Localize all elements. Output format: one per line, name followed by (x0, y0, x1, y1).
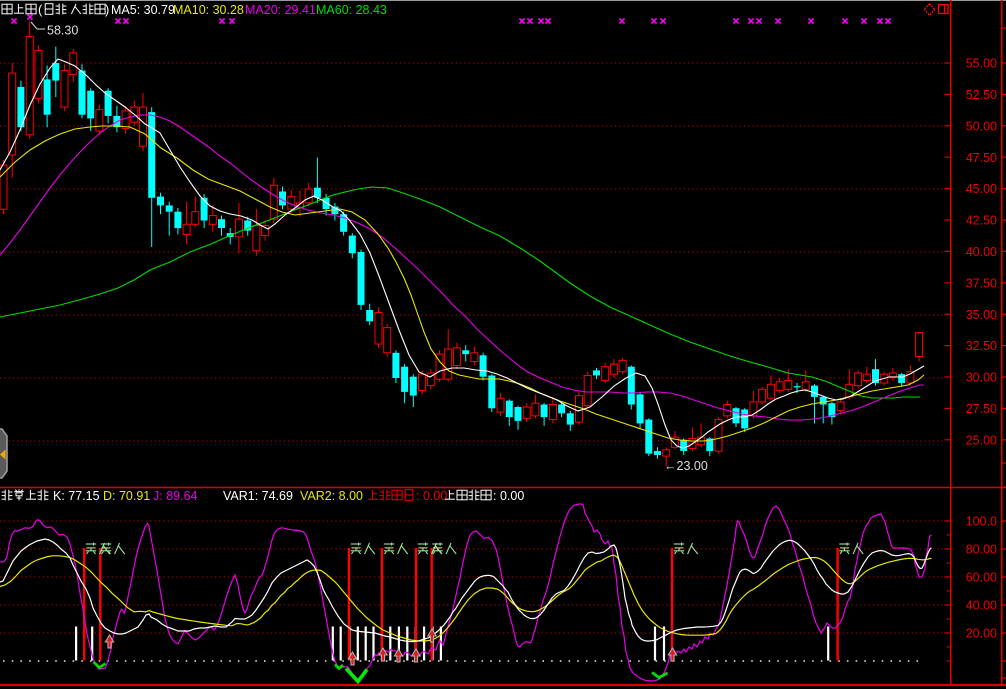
svg-text:37.50: 37.50 (966, 276, 997, 290)
svg-text:45.00: 45.00 (966, 182, 997, 196)
svg-text:47.50: 47.50 (966, 151, 997, 165)
svg-text:: 0.00: : 0.00 (416, 489, 447, 503)
svg-text:100.0: 100.0 (966, 515, 997, 529)
svg-text:35.00: 35.00 (966, 308, 997, 322)
svg-text:30.00: 30.00 (966, 371, 997, 385)
svg-text:VAR1: 74.69: VAR1: 74.69 (223, 489, 293, 503)
svg-text:MA10: 30.28: MA10: 30.28 (173, 3, 244, 17)
svg-text:40.00: 40.00 (966, 245, 997, 259)
svg-text:58.30: 58.30 (47, 24, 78, 38)
svg-text:50.00: 50.00 (966, 119, 997, 133)
svg-text:K: 77.15: K: 77.15 (53, 489, 100, 503)
svg-text:60.00: 60.00 (966, 571, 997, 585)
svg-text:80.00: 80.00 (966, 543, 997, 557)
svg-text:←23.00: ←23.00 (664, 459, 708, 473)
svg-text:42.50: 42.50 (966, 214, 997, 228)
svg-text:(: ( (38, 2, 43, 17)
svg-text:40.00: 40.00 (966, 599, 997, 613)
svg-text:32.50: 32.50 (966, 339, 997, 353)
svg-text:55.00: 55.00 (966, 57, 997, 71)
svg-text:VAR2: 8.00: VAR2: 8.00 (300, 489, 363, 503)
svg-text:52.50: 52.50 (966, 88, 997, 102)
svg-text:D: 70.91: D: 70.91 (103, 489, 150, 503)
svg-text:27.50: 27.50 (966, 402, 997, 416)
svg-text:J: 89.64: J: 89.64 (153, 489, 198, 503)
svg-text:20.00: 20.00 (966, 627, 997, 641)
svg-text:MA5: 30.79: MA5: 30.79 (111, 3, 175, 17)
svg-text:: 0.00: : 0.00 (493, 489, 524, 503)
svg-text:25.00: 25.00 (966, 433, 997, 447)
svg-text:): ) (105, 2, 109, 17)
svg-text:MA20: 29.41: MA20: 29.41 (245, 3, 316, 17)
svg-text:MA60: 28.43: MA60: 28.43 (316, 3, 387, 17)
